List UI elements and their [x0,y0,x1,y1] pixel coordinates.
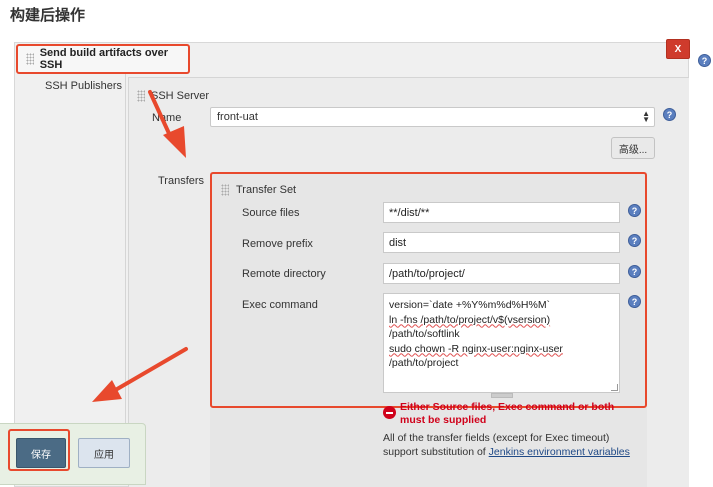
resize-handle-icon[interactable] [611,384,618,391]
source-files-input[interactable]: **/dist/** [383,202,620,223]
exec-line: /path/to/softlink [389,328,460,340]
page-title: 构建后操作 [10,7,86,24]
help-icon[interactable]: ? [628,234,641,247]
ssh-publishers-label: SSH Publishers [45,80,123,92]
name-label: Name [152,112,182,124]
remove-prefix-label: Remove prefix [242,238,313,250]
server-name-select[interactable]: front-uat ▲ ▼ [210,107,655,127]
help-icon[interactable]: ? [628,204,641,217]
help-icon[interactable]: ? [663,108,676,121]
help-icon[interactable]: ? [628,265,641,278]
ssh-publisher-header[interactable]: Send build artifacts over SSH [16,44,190,74]
help-icon[interactable]: ? [698,54,711,67]
transfers-label: Transfers [158,175,205,187]
ssh-server-label: SSH Server [151,90,210,102]
exec-line: /path/to/project [389,357,459,369]
exec-command-label: Exec command [242,299,318,311]
grip-icon[interactable] [221,184,229,196]
exec-command-textarea[interactable]: version=`date +%Y%m%d%H%M` ln -fns /path… [383,293,620,393]
server-name-value: front-uat [217,111,258,123]
close-icon: X [674,43,682,55]
textarea-drag-handle[interactable] [491,393,513,398]
jenkins-env-vars-link[interactable]: Jenkins environment variables [489,446,630,458]
remote-directory-label: Remote directory [242,268,326,280]
source-files-label: Source files [242,207,300,219]
remote-directory-value: /path/to/project/ [389,267,465,280]
delete-button[interactable]: X [666,39,690,59]
substitution-info: All of the transfer fields (except for E… [383,431,638,459]
save-button[interactable]: 保存 [16,438,66,468]
validation-error: Either Source files, Exec command or bot… [400,401,615,426]
advanced-button[interactable]: 高级... [611,137,655,159]
apply-button[interactable]: 应用 [78,438,130,468]
ssh-publisher-title: Send build artifacts over SSH [39,47,169,71]
dropdown-arrow-icon: ▲ ▼ [642,109,650,124]
exec-line: ln -fns /path/to/project/v$(vsersion) [389,313,551,326]
grip-icon[interactable] [26,53,34,65]
exec-line: version=`date +%Y%m%d%H%M` [389,299,551,311]
exec-line: sudo chown -R nginx-user:nginx-user [389,342,563,355]
remote-directory-input[interactable]: /path/to/project/ [383,263,620,284]
source-files-value: **/dist/** [389,206,430,219]
grip-icon[interactable] [137,90,145,102]
help-icon[interactable]: ? [628,295,641,308]
transfer-set-title: Transfer Set [236,184,297,196]
error-icon [383,406,396,419]
remove-prefix-value: dist [389,236,407,249]
remove-prefix-input[interactable]: dist [383,232,620,253]
